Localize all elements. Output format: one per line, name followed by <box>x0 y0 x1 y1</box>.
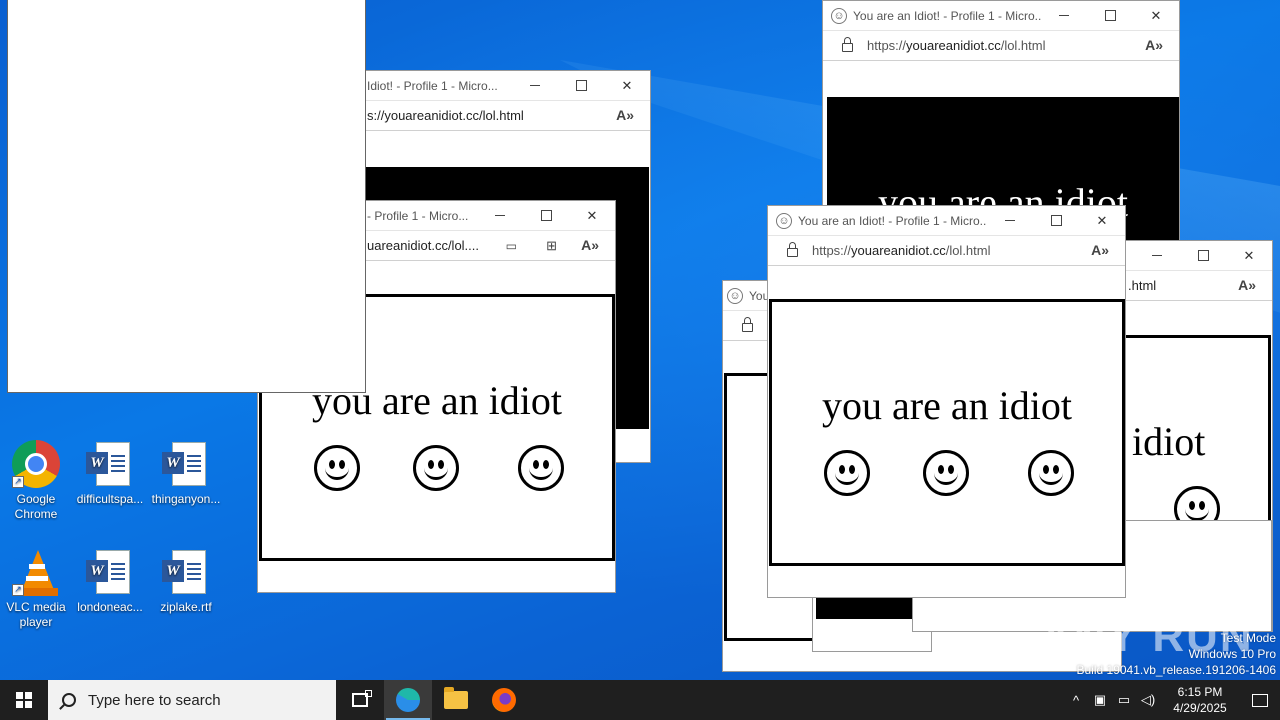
taskbar-firefox[interactable] <box>480 680 528 720</box>
desktop-icon-chrome[interactable]: ↗ Google Chrome <box>0 440 72 522</box>
clock[interactable]: 6:15 PM 4/29/2025 <box>1160 684 1240 716</box>
window-titlebar[interactable]: Idiot! - Profile 1 - Micro... ✕ <box>331 71 650 100</box>
desktop-icon-label: Google Chrome <box>14 492 58 521</box>
test-mode-label: Test Mode <box>1220 631 1276 645</box>
start-button[interactable] <box>0 680 48 720</box>
window-title: You are an Idiot! - Profile 1 - Micro... <box>798 213 990 228</box>
notification-icon <box>1252 693 1268 707</box>
close-button[interactable]: ✕ <box>1226 241 1272 270</box>
windows-build-watermark: Test Mode Windows 10 Pro Build 19041.vb_… <box>1077 630 1277 678</box>
smiley-face-icon <box>413 445 459 491</box>
read-aloud-icon[interactable]: A» <box>581 237 599 253</box>
system-tray: ^ ▣ ▭ ◁) 6:15 PM 4/29/2025 <box>1064 680 1280 720</box>
smiley-face-icon <box>824 450 870 496</box>
lock-icon <box>842 37 853 52</box>
maximize-button[interactable] <box>1180 241 1226 270</box>
address-bar[interactable]: https://youareanidiot.cc/lol.html A» <box>768 235 1125 266</box>
read-aloud-icon[interactable]: A» <box>1091 242 1109 258</box>
window-title: - Profile 1 - Micro... <box>367 208 469 223</box>
smiley-favicon-icon: ☺ <box>776 212 792 229</box>
search-placeholder: Type here to search <box>88 691 221 709</box>
chevron-up-icon[interactable]: ^ <box>1064 680 1088 720</box>
idiot-white-panel: you are an idiot <box>769 299 1125 566</box>
address-bar[interactable]: s://youareanidiot.cc/lol.html A» <box>331 100 650 131</box>
build-label: Build 19041.vb_release.191206-1406 <box>1076 663 1277 677</box>
maximize-button[interactable] <box>558 71 604 100</box>
firefox-icon <box>492 688 516 712</box>
read-aloud-icon[interactable]: A» <box>616 107 634 123</box>
windows-logo-icon <box>16 692 32 708</box>
desktop-icon-document[interactable]: W londoneac... <box>74 548 146 615</box>
window-title: You are an Idiot! - Profile 1 - Micro... <box>853 8 1045 23</box>
close-button[interactable]: ✕ <box>604 71 650 100</box>
blank-popup-window[interactable] <box>7 0 366 393</box>
smiley-face-icon <box>1028 450 1074 496</box>
minimize-button[interactable] <box>477 201 523 230</box>
maximize-button[interactable] <box>1087 1 1133 30</box>
window-title: Idiot! - Profile 1 - Micro... <box>367 78 498 93</box>
devices-icon[interactable]: ▭ <box>506 239 517 253</box>
desktop-icon-label: ziplake.rtf <box>160 600 212 614</box>
minimize-button[interactable] <box>1134 241 1180 270</box>
desktop-icon-vlc[interactable]: ↗ VLC media player <box>0 548 72 630</box>
close-button[interactable]: ✕ <box>569 201 615 230</box>
desktop-icon-label: thinganyon... <box>151 492 221 506</box>
clock-date: 4/29/2025 <box>1173 701 1227 715</box>
taskbar-file-explorer[interactable] <box>432 680 480 720</box>
os-edition-label: Windows 10 Pro <box>1188 647 1276 661</box>
volume-icon[interactable]: ◁) <box>1136 680 1160 720</box>
smiley-favicon-icon: ☺ <box>727 287 743 304</box>
address-bar[interactable]: https://youareanidiot.cc/lol.html A» <box>823 30 1179 61</box>
folder-icon <box>444 687 468 709</box>
search-icon <box>62 693 76 707</box>
minimize-button[interactable] <box>1041 1 1087 30</box>
task-view-button[interactable] <box>336 680 384 720</box>
maximize-button[interactable] <box>523 201 569 230</box>
clock-time: 6:15 PM <box>1177 685 1223 699</box>
edge-icon <box>396 688 420 712</box>
desktop-icon-document[interactable]: W difficultspa... <box>74 440 146 507</box>
taskbar-search-box[interactable]: Type here to search <box>48 680 336 720</box>
desktop-icon-label: londoneac... <box>77 600 143 614</box>
close-button[interactable]: ✕ <box>1133 1 1179 30</box>
browser-popup-window-focused[interactable]: ☺ You are an Idiot! - Profile 1 - Micro.… <box>767 205 1126 598</box>
maximize-button[interactable] <box>1033 206 1079 235</box>
smiley-favicon-icon: ☺ <box>831 7 847 24</box>
desktop-icon-label: difficultspa... <box>76 492 144 506</box>
lock-icon <box>787 242 798 257</box>
shortcut-arrow-icon: ↗ <box>12 584 24 596</box>
taskbar: Type here to search ^ ▣ ▭ ◁) 6:15 PM 4/2… <box>0 680 1280 720</box>
desktop-icon-document[interactable]: W ziplake.rtf <box>150 548 222 615</box>
close-button[interactable]: ✕ <box>1079 206 1125 235</box>
smiley-face-icon <box>314 445 360 491</box>
task-view-icon <box>352 690 372 707</box>
smiley-face-icon <box>518 445 564 491</box>
url-text: https://youareanidiot.cc/lol.html <box>812 243 991 258</box>
read-aloud-icon[interactable]: A» <box>1238 277 1256 293</box>
desktop-icon-label: VLC media player <box>6 600 66 629</box>
url-text: .html <box>1128 278 1157 293</box>
smiley-face-icon <box>923 450 969 496</box>
network-icon[interactable]: ▭ <box>1112 680 1136 720</box>
url-text: uareanidiot.cc/lol.... <box>367 238 480 253</box>
apps-grid-icon[interactable]: ⊞ <box>546 238 557 254</box>
window-titlebar[interactable]: ☺ You are an Idiot! - Profile 1 - Micro.… <box>768 206 1125 235</box>
read-aloud-icon[interactable]: A» <box>1145 37 1163 53</box>
notifications-button[interactable] <box>1240 680 1280 720</box>
minimize-button[interactable] <box>512 71 558 100</box>
desktop-icon-document[interactable]: W thinganyon... <box>150 440 222 507</box>
device-icon[interactable]: ▣ <box>1088 680 1112 720</box>
idiot-heading: you are an idiot <box>822 383 1072 428</box>
url-text: https://youareanidiot.cc/lol.html <box>867 38 1046 53</box>
shortcut-arrow-icon: ↗ <box>12 476 24 488</box>
window-titlebar[interactable]: ☺ You are an Idiot! - Profile 1 - Micro.… <box>823 1 1179 30</box>
vlc-cone-icon <box>22 550 54 590</box>
taskbar-edge[interactable] <box>384 680 432 720</box>
url-text: s://youareanidiot.cc/lol.html <box>367 108 524 123</box>
minimize-button[interactable] <box>987 206 1033 235</box>
lock-icon <box>742 317 753 332</box>
